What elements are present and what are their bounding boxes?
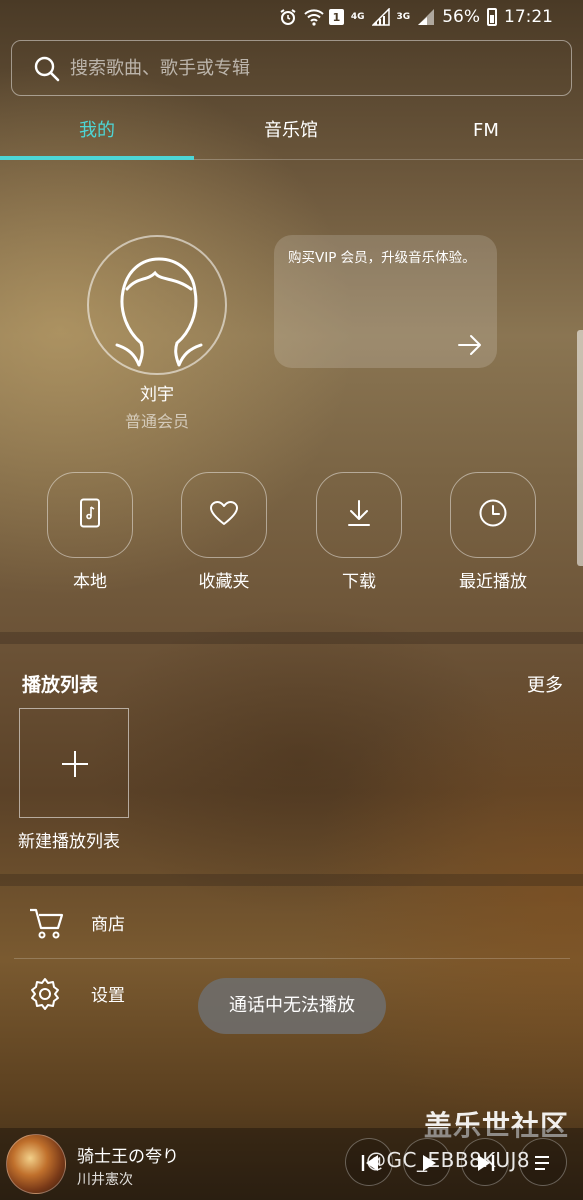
download-icon	[346, 499, 372, 531]
phone-music-icon	[79, 498, 101, 532]
toast-message: 通话中无法播放	[198, 978, 386, 1034]
section-divider	[0, 632, 583, 644]
user-silhouette-icon	[115, 257, 203, 367]
download-label: 下载	[342, 572, 376, 592]
vip-promo-card[interactable]: 购买VIP 会员，升级音乐体验。	[274, 235, 497, 368]
clock-icon	[478, 498, 508, 532]
settings-label: 设置	[91, 986, 125, 1006]
gear-icon	[28, 977, 64, 1011]
favorites-tile[interactable]	[181, 472, 267, 558]
store-label: 商店	[91, 915, 125, 935]
network-type-1: 4G	[350, 12, 365, 22]
username: 刘宇	[140, 385, 174, 405]
clock-time: 17:21	[504, 7, 553, 27]
quick-action-local[interactable]: 本地	[45, 472, 135, 592]
signal-icon	[370, 7, 390, 26]
alarm-icon	[279, 8, 297, 26]
edge-panel-handle[interactable]	[577, 330, 583, 566]
recent-label: 最近播放	[459, 572, 527, 592]
menu-item-store[interactable]: 商店	[14, 888, 570, 958]
favorites-label: 收藏夹	[198, 572, 250, 592]
signal-icon-2	[417, 8, 435, 26]
network-type-2: 3G	[396, 12, 411, 22]
sim-badge: 1	[328, 9, 344, 25]
section-divider-2	[0, 874, 583, 886]
quick-action-download[interactable]: 下载	[314, 472, 404, 592]
album-art[interactable]	[6, 1134, 66, 1194]
wifi-icon	[304, 8, 324, 26]
tab-music-hall[interactable]: 音乐馆	[194, 108, 388, 156]
queue-icon	[535, 1156, 549, 1170]
song-artist: 川井憲次	[77, 1172, 133, 1188]
tab-fm[interactable]: FM	[389, 108, 583, 156]
quick-action-favorites[interactable]: 收藏夹	[179, 472, 269, 592]
battery-percent: 56%	[442, 7, 480, 27]
local-label: 本地	[73, 572, 107, 592]
playlist-section-title: 播放列表	[22, 674, 99, 696]
member-level: 普通会员	[124, 412, 189, 431]
avatar[interactable]	[87, 235, 227, 375]
cart-icon	[28, 906, 64, 940]
download-tile[interactable]	[316, 472, 402, 558]
local-tile[interactable]	[47, 472, 133, 558]
watermark-user: @GC_EBB8KUJ8	[366, 1148, 531, 1172]
quick-action-recent[interactable]: 最近播放	[448, 472, 538, 592]
search-input[interactable]	[70, 51, 550, 85]
tab-mine[interactable]: 我的	[0, 108, 194, 156]
song-title: 骑士王の夸り	[77, 1147, 179, 1167]
battery-icon	[487, 8, 497, 26]
search-bar[interactable]	[11, 40, 572, 96]
new-playlist-button[interactable]	[19, 708, 129, 818]
search-icon	[33, 55, 61, 83]
tab-indicator	[0, 156, 194, 160]
plus-icon	[60, 749, 90, 783]
arrow-right-icon	[457, 334, 483, 356]
new-playlist-label: 新建播放列表	[18, 832, 120, 852]
vip-promo-text: 购买VIP 会员，升级音乐体验。	[288, 250, 476, 266]
heart-icon	[209, 500, 239, 530]
recent-tile[interactable]	[450, 472, 536, 558]
playlist-more-link[interactable]: 更多	[527, 671, 563, 697]
status-bar: 1 4G 3G 56% 17:21	[0, 0, 583, 36]
tab-bar: 我的 音乐馆 FM	[0, 108, 583, 160]
